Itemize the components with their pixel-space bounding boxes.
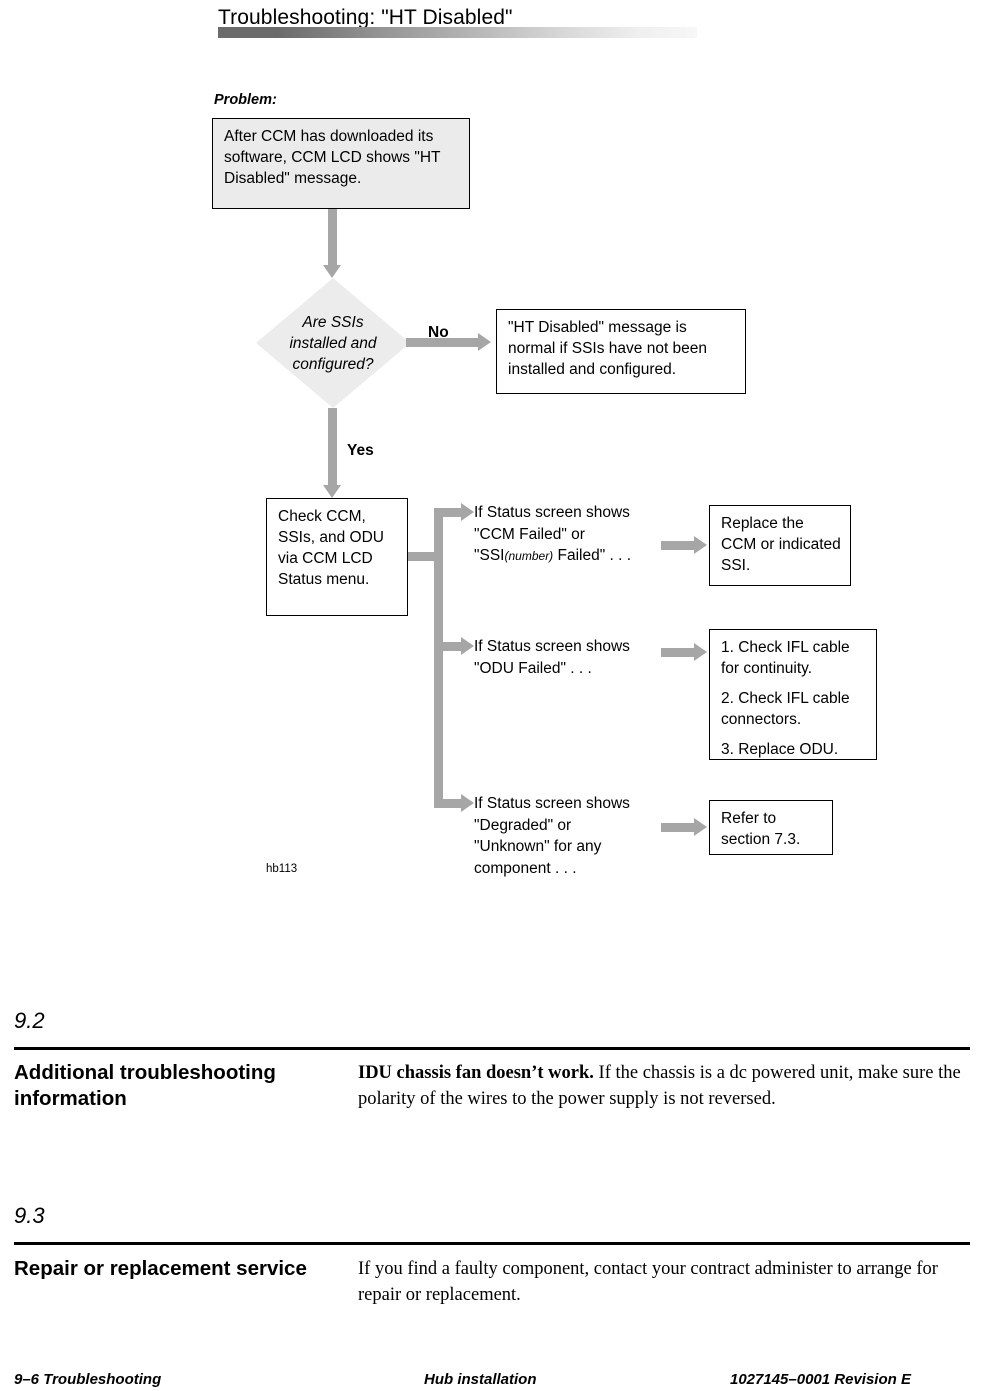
title-gradient-rule xyxy=(218,27,697,38)
branch-1-condition-line-3-post: Failed" . . . xyxy=(553,547,632,564)
problem-box-text: After CCM has downloaded its software, C… xyxy=(224,128,441,187)
diamond-label: Are SSIs installed and configured? xyxy=(256,278,410,408)
branch-1-result-box: Replace the CCM or indicated SSI. xyxy=(709,505,851,586)
decision-diamond: Are SSIs installed and configured? xyxy=(256,278,410,408)
diamond-line-3: configured? xyxy=(292,355,374,373)
arrow-problem-to-decision-shaft xyxy=(328,209,337,265)
arrow-branch-3-head xyxy=(461,794,474,812)
arrow-no-head xyxy=(478,333,491,351)
diamond-line-1: Are SSIs xyxy=(302,313,364,331)
arrow-branch-2-head xyxy=(461,637,474,655)
action-box-text: Check CCM, SSIs, and ODU via CCM LCD Sta… xyxy=(278,508,384,588)
problem-box: After CCM has downloaded its software, C… xyxy=(212,118,470,209)
branch-3-condition-line-1: If Status screen shows xyxy=(474,795,630,812)
section-9-3-body-rest: If you find a faulty component, contact … xyxy=(358,1259,938,1305)
arrow-branch-3-result-shaft xyxy=(661,823,696,832)
branch-3-condition-line-2: "Degraded" or xyxy=(474,816,572,834)
section-9-3-number: 9.3 xyxy=(14,1203,45,1228)
no-result-box: "HT Disabled" message is normal if SSIs … xyxy=(496,309,746,394)
branch-1-result-text: Replace the CCM or indicated SSI. xyxy=(721,515,841,574)
arrow-no-shaft xyxy=(406,338,478,347)
branch-1-condition-number-italic: (number) xyxy=(504,549,554,563)
branch-3-result-box: Refer to section 7.3. xyxy=(709,800,833,855)
section-9-2-heading: Additional troubleshooting information xyxy=(14,1061,276,1110)
branch-2-result-item-3: 3. Replace ODU. xyxy=(721,741,839,758)
section-9-2-rule xyxy=(14,1047,970,1050)
arrow-branch-1-result-head xyxy=(694,536,707,554)
branch-1-condition-line-2: "CCM Failed" or xyxy=(474,525,585,543)
arrow-branch-3-result-head xyxy=(694,818,707,836)
branch-2-condition-line-1: If Status screen shows xyxy=(474,638,630,655)
branch-1-condition-line-1: If Status screen shows xyxy=(474,504,630,521)
problem-label: Problem: xyxy=(214,92,277,108)
footer-center: Hub installation xyxy=(424,1371,537,1388)
branch-2-result-list: 1. Check IFL cable for continuity. 2. Ch… xyxy=(710,630,876,766)
section-9-3-heading: Repair or replacement service xyxy=(14,1257,307,1280)
branch-label-yes: Yes xyxy=(347,442,374,459)
arrow-branch-2-result-shaft xyxy=(661,648,696,657)
footer-left: 9–6 Troubleshooting xyxy=(14,1371,162,1388)
branch-2-condition: If Status screen shows "ODU Failed" . . … xyxy=(474,636,689,679)
section-9-2-number: 9.2 xyxy=(14,1008,45,1033)
branch-1-condition-line-3: "SSI(number) Failed" . . . xyxy=(474,545,689,568)
arrow-problem-to-decision-head xyxy=(323,265,341,278)
arrow-yes-shaft xyxy=(328,408,337,485)
trunk-connector-vertical xyxy=(434,508,443,808)
section-9-3-rule xyxy=(14,1242,970,1245)
branch-1-condition-line-3-pre: "SSI xyxy=(474,547,505,564)
figure-id-label: hb113 xyxy=(266,863,298,875)
branch-2-result-item-2: 2. Check IFL cable connectors. xyxy=(721,690,850,728)
arrow-branch-1-head xyxy=(461,503,474,521)
branch-3-condition-line-4: component . . . xyxy=(474,859,577,877)
diamond-line-2: installed and xyxy=(289,334,377,352)
branch-3-condition-line-3: "Unknown" for any xyxy=(474,838,602,855)
section-9-2-body-lead: IDU chassis fan doesn’t work. xyxy=(358,1063,594,1083)
branch-2-condition-line-2: "ODU Failed" . . . xyxy=(474,659,592,677)
arrow-yes-head xyxy=(323,485,341,498)
no-result-text: "HT Disabled" message is normal if SSIs … xyxy=(508,319,708,378)
branch-2-result-box: 1. Check IFL cable for continuity. 2. Ch… xyxy=(709,629,877,760)
branch-1-condition: If Status screen shows "CCM Failed" or "… xyxy=(474,502,689,568)
section-9-2-body: IDU chassis fan doesn’t work. If the cha… xyxy=(358,1060,972,1112)
branch-2-result-item-1: 1. Check IFL cable for continuity. xyxy=(721,639,850,677)
section-9-3-body: If you find a faulty component, contact … xyxy=(358,1256,972,1308)
branch-3-result-text: Refer to section 7.3. xyxy=(721,810,801,848)
footer-right: 1027145–0001 Revision E xyxy=(730,1371,911,1388)
arrow-branch-2-result-head xyxy=(694,643,707,661)
arrow-branch-1-result-shaft xyxy=(661,541,696,550)
action-box: Check CCM, SSIs, and ODU via CCM LCD Sta… xyxy=(266,498,408,616)
branch-3-condition: If Status screen shows "Degraded" or "Un… xyxy=(474,793,689,879)
